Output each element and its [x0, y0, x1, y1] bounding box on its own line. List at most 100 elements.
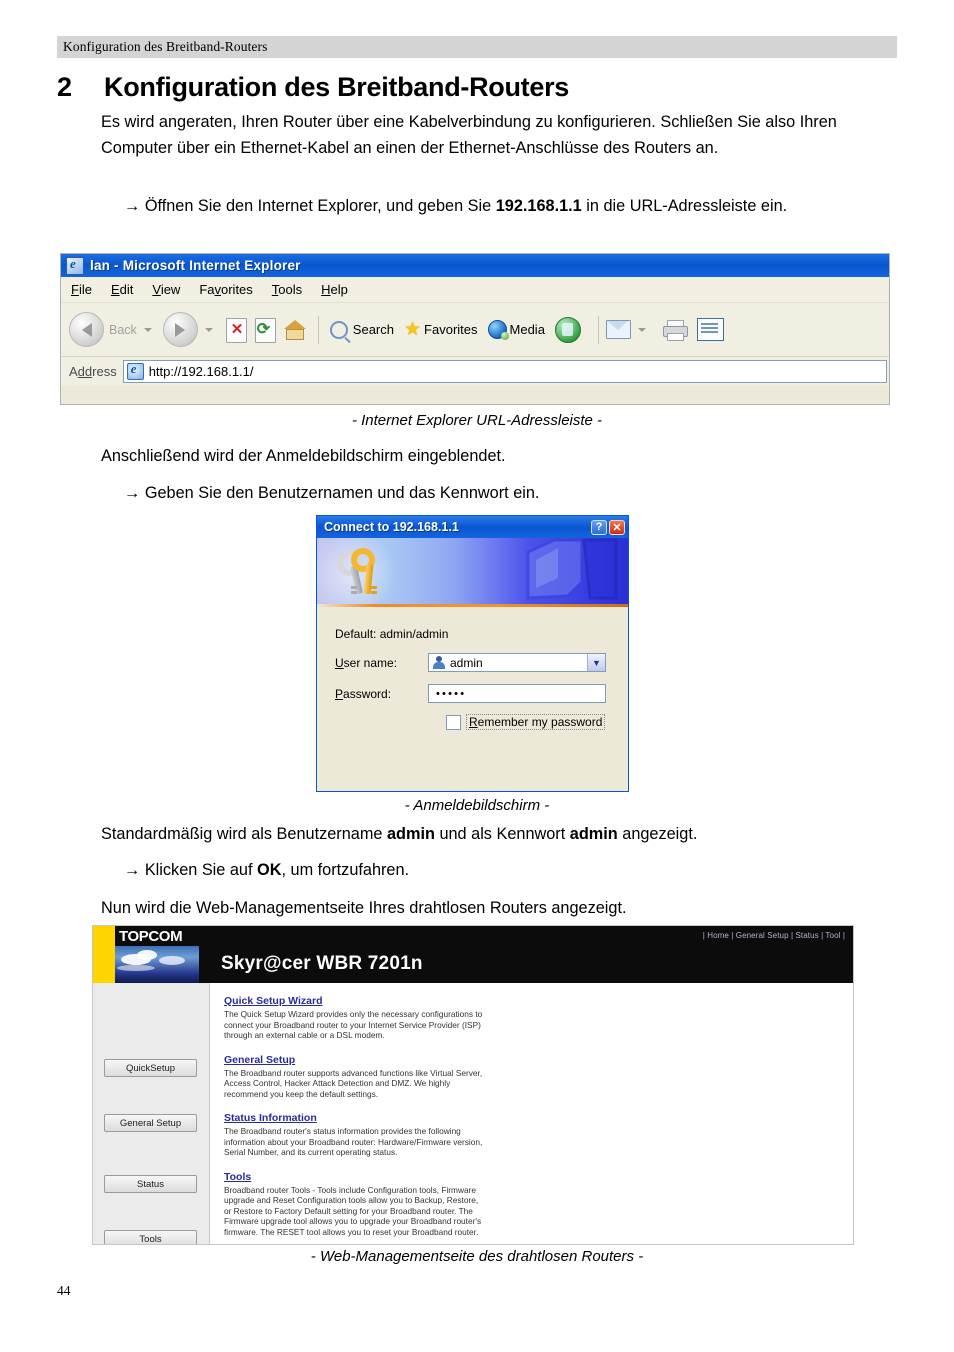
menu-item-favorites[interactable]: Favorites [199, 282, 252, 297]
toolbar-separator-1 [317, 315, 319, 344]
password-label-rest: assword: [343, 686, 392, 701]
close-icon[interactable]: ✕ [609, 519, 625, 535]
menu-file-rest: ile [78, 282, 92, 297]
section-text-status-information: The Broadband router's status informatio… [224, 1126, 483, 1157]
menu-item-file[interactable]: File [71, 282, 92, 297]
caption-router: - Web-Managementseite des drahtlosen Rou… [310, 1248, 644, 1265]
page-title: 2 Konfiguration des Breitband-Routers [57, 72, 897, 103]
section-title-quick-setup[interactable]: Quick Setup Wizard [224, 995, 853, 1007]
chapter-number: 2 [57, 72, 73, 102]
print-button[interactable] [662, 319, 688, 341]
router-top-nav[interactable]: | Home | General Setup | Status | Tool | [703, 931, 845, 940]
menu-item-tools[interactable]: Tools [272, 282, 302, 297]
step-1-post: in die URL-Adressleiste ein. [581, 197, 788, 215]
ie-address-bar: Address http://192.168.1.1/ [61, 357, 889, 386]
menu-edit-accel: E [110, 282, 120, 297]
paragraph-3: Standardmäßig wird als Benutzername admi… [101, 822, 897, 848]
login-dialog: Connect to 192.168.1.1 ? ✕ Default: admi… [316, 515, 629, 792]
ie-title-text: lan - Microsoft Internet Explorer [90, 258, 301, 273]
forward-button[interactable] [162, 312, 220, 347]
chevron-down-icon-mail[interactable] [637, 327, 646, 332]
step-2-text: Geben Sie den Benutzernamen und das Kenn… [144, 484, 540, 502]
sidebar-item-tools[interactable]: Tools [104, 1230, 197, 1244]
section-text-general-setup: The Broadband router supports advanced f… [224, 1067, 483, 1099]
logo-yellow-bar [93, 926, 115, 983]
step-1: → Öffnen Sie den Internet Explorer, und … [124, 194, 920, 220]
section-general-setup: General Setup The Broadband router suppo… [224, 1054, 853, 1100]
section-title-general-setup[interactable]: General Setup [224, 1054, 853, 1066]
favorites-button-label: Favorites [424, 322, 478, 337]
step-3-a: Klicken Sie auf [144, 861, 258, 879]
dialog-body: Default: admin/admin User name: admin ▼ … [317, 607, 628, 791]
back-button[interactable]: Back [69, 312, 159, 347]
back-button-label: Back [109, 322, 137, 337]
page-favicon-icon [126, 361, 144, 380]
paragraph-2: Anschließend wird der Anmeldebildschirm … [101, 447, 506, 465]
section-title-status-information[interactable]: Status Information [224, 1112, 853, 1124]
sidebar-item-quicksetup[interactable]: QuickSetup [104, 1059, 197, 1077]
page-number: 44 [57, 1283, 71, 1298]
remember-label-accel: R [469, 715, 478, 729]
running-header-text: Konfiguration des Breitband-Routers [63, 39, 268, 54]
step-1-ip: 192.168.1.1 [495, 197, 582, 215]
section-title-tools[interactable]: Tools [224, 1171, 853, 1183]
home-button[interactable] [282, 316, 308, 343]
remember-password-checkbox[interactable] [446, 714, 461, 730]
chapter-title: Konfiguration des Breitband-Routers [104, 72, 570, 102]
remember-label-rest: emember my password [477, 715, 603, 729]
history-button[interactable] [554, 316, 581, 343]
home-icon [283, 320, 306, 329]
dialog-window-buttons: ? ✕ [591, 519, 625, 535]
router-management-page: TOPCOM Skyr@cer WBR 7201n | Home | Gener… [92, 925, 854, 1245]
default-credentials-hint: Default: admin/admin [335, 627, 449, 641]
sidebar-item-general-setup[interactable]: General Setup [104, 1114, 197, 1132]
dialog-banner [317, 538, 628, 604]
section-text-quick-setup: The Quick Setup Wizard provides only the… [224, 1009, 483, 1040]
username-value: admin [450, 655, 483, 670]
step-3-ok: OK [257, 861, 282, 879]
logo-sky-image [115, 946, 199, 983]
edit-button[interactable] [696, 318, 724, 341]
stop-icon: ✕ [230, 321, 244, 338]
media-button[interactable]: Media [487, 320, 545, 340]
paragraph-3-e: angezeigt. [617, 825, 698, 843]
remember-password-row[interactable]: Remember my password [446, 714, 628, 730]
password-label: Password: [335, 687, 428, 701]
internet-explorer-icon [66, 256, 84, 275]
forward-arrow-icon [162, 312, 198, 347]
chevron-down-icon-forward[interactable] [204, 327, 213, 332]
username-field[interactable]: admin ▼ [428, 653, 606, 672]
menu-help-accel: H [321, 282, 331, 297]
address-input[interactable]: http://192.168.1.1/ [122, 360, 887, 383]
paragraph-3-user: admin [386, 825, 435, 843]
menu-item-edit[interactable]: Edit [111, 282, 133, 297]
search-button[interactable]: Search [326, 320, 394, 339]
address-input-value: http://192.168.1.1/ [148, 364, 254, 379]
password-row: Password: ••••• [335, 684, 628, 703]
chevron-down-icon-username[interactable]: ▼ [587, 654, 605, 671]
stop-button[interactable]: ✕ [224, 316, 250, 343]
chevron-down-icon[interactable] [143, 327, 152, 332]
caption-ie: - Internet Explorer URL-Adressleiste - [351, 412, 603, 429]
favorites-button[interactable]: ★ Favorites [404, 320, 478, 339]
section-quick-setup-wizard: Quick Setup Wizard The Quick Setup Wizar… [224, 995, 853, 1041]
menu-edit-rest: dit [119, 282, 134, 297]
router-sidebar: QuickSetup General Setup Status Tools [93, 983, 210, 1244]
password-value: ••••• [436, 687, 467, 700]
sidebar-item-status[interactable]: Status [104, 1175, 197, 1193]
paragraph-3-pass: admin [569, 825, 618, 843]
password-label-accel: P [335, 686, 344, 701]
username-label-rest: ser name: [343, 655, 398, 670]
refresh-button[interactable]: ⟳ [253, 316, 279, 343]
internet-explorer-window: lan - Microsoft Internet Explorer File E… [60, 253, 890, 405]
topcom-wordmark: TOPCOM [119, 928, 183, 945]
menu-item-view[interactable]: View [152, 282, 180, 297]
menu-item-help[interactable]: Help [321, 282, 348, 297]
mail-button[interactable] [605, 320, 653, 339]
help-button[interactable]: ? [591, 519, 607, 535]
mail-icon [605, 320, 631, 339]
keys-icon [337, 546, 389, 596]
password-field[interactable]: ••••• [428, 684, 606, 703]
menu-tools-rest: ools [278, 282, 303, 297]
step-3-c: , um fortzufahren. [281, 861, 410, 879]
